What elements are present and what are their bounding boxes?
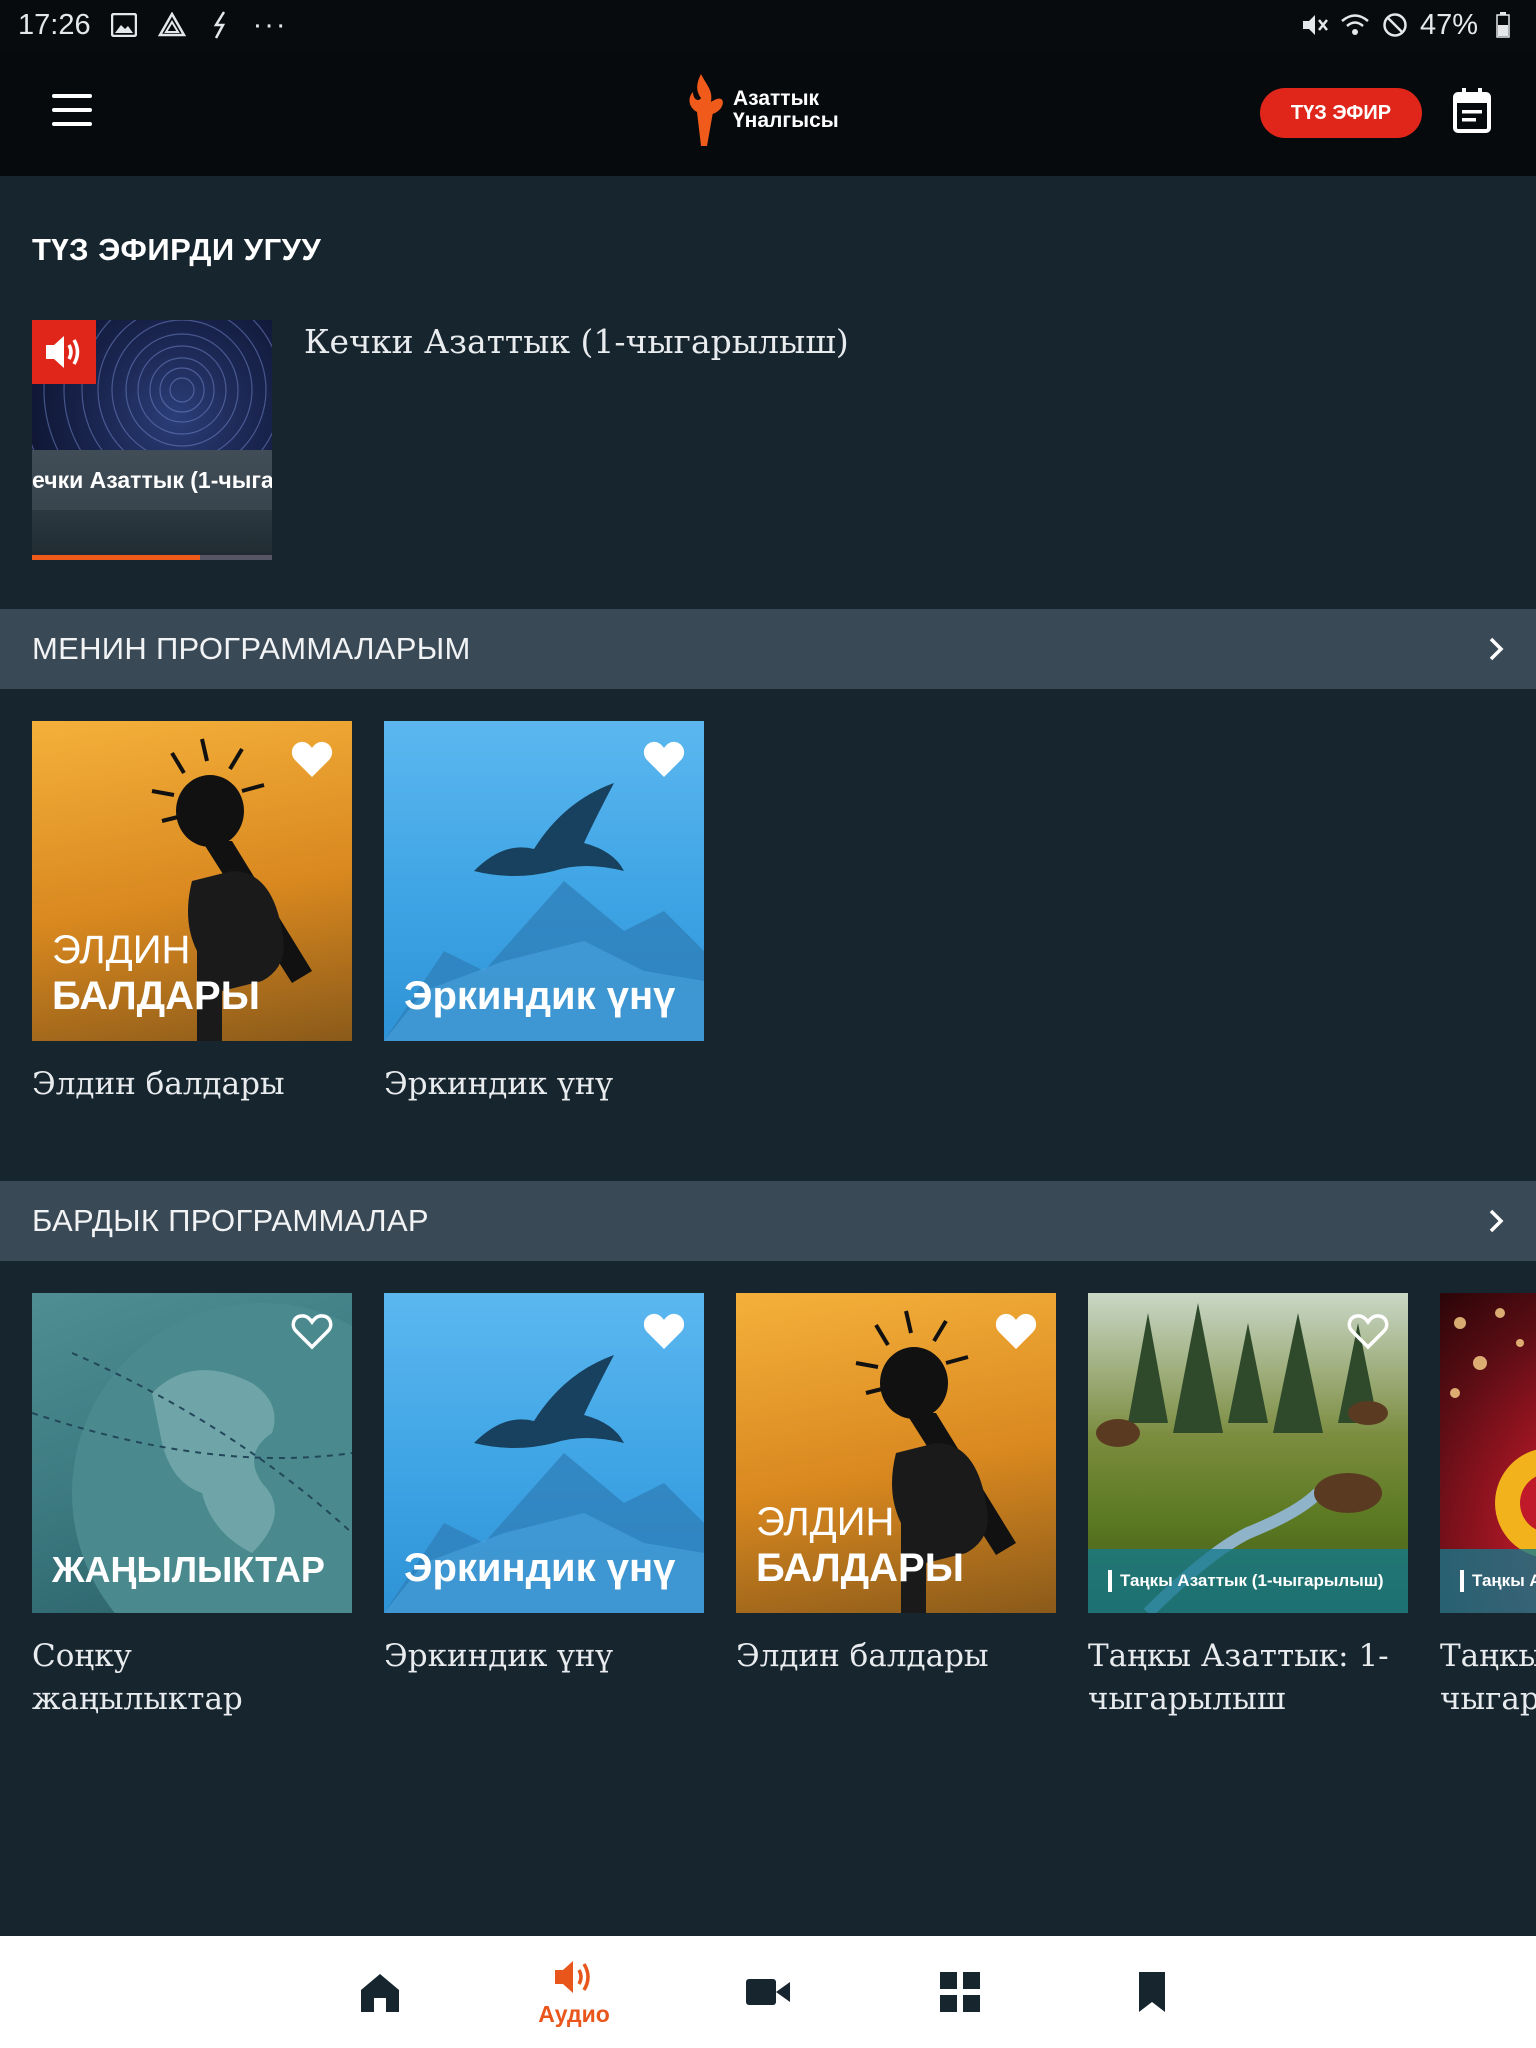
logo-line2: Үналгысы [733, 109, 839, 132]
favorite-heart-icon[interactable] [642, 1311, 686, 1351]
favorite-heart-outline-icon[interactable] [290, 1311, 334, 1351]
video-icon [746, 1979, 790, 2005]
live-progress-bar [32, 555, 272, 560]
nav-home[interactable] [320, 1936, 440, 2048]
program-art: ЭЛДИН БАЛДАРЫ [736, 1293, 1056, 1613]
live-section-title: ТҮЗ ЭФИРДИ УГУУ [32, 232, 322, 267]
image-icon [109, 10, 139, 40]
program-art-label: ЖАҢЫЛЫКТАР [52, 1549, 325, 1590]
program-title: Эркиндик үнү [384, 1066, 613, 1102]
block-icon [1380, 10, 1410, 40]
battery-icon [1488, 10, 1518, 40]
status-bar: 17:26 ··· 47% [0, 0, 1536, 50]
all-programs-header[interactable]: БАРДЫК ПРОГРАММАЛАР [0, 1181, 1536, 1261]
program-title: Таңкы Азаттык: 2-чыгарылыш [1440, 1638, 1536, 1717]
program-art-label: ЭЛДИН БАЛДАРЫ [756, 1500, 964, 1590]
logo-line1: Азаттык [733, 87, 820, 110]
favorite-heart-outline-icon[interactable] [1346, 1311, 1390, 1351]
program-title: Элдин балдары [736, 1638, 989, 1674]
program-card-eldin-baldary[interactable]: ЭЛДИН БАЛДАРЫ Элдин балдары [32, 721, 352, 1106]
chevron-right-icon [1489, 637, 1504, 661]
program-card-news[interactable]: ЖАҢЫЛЫКТАР Соңку жаңылыктар [32, 1293, 352, 1721]
program-title: Элдин балдары [32, 1066, 285, 1102]
nav-bookmarks[interactable] [1092, 1936, 1212, 2048]
program-art-label: Эркиндик үнү [404, 1546, 676, 1590]
live-stream-title[interactable]: Кечки Азаттык (1-чыгарылыш) [304, 322, 849, 361]
app-logo[interactable]: Азаттык Үналгысы [683, 72, 839, 148]
program-art: ЭЛДИН БАЛДАРЫ [32, 721, 352, 1041]
program-art-label: Таңкы Азаттык (1-чыгарылыш) [1088, 1549, 1408, 1613]
home-icon [361, 1974, 399, 2012]
program-art: ЖАҢЫЛЫКТАР [32, 1293, 352, 1613]
program-card-erkindik-unu[interactable]: Эркиндик үнү Эркиндик үнү [384, 721, 704, 1106]
program-art: Таңкы Азаттык (1-чыгарылыш) [1088, 1293, 1408, 1613]
wifi-icon [1340, 10, 1370, 40]
program-art: Эркиндик үнү [384, 721, 704, 1041]
live-broadcast-button[interactable]: ТҮЗ ЭФИР [1260, 88, 1422, 138]
live-thumb-caption: Кечки Азаттык (1-чыгарылыш) [32, 450, 272, 510]
app-header: Азаттык Үналгысы ТҮЗ ЭФИР [0, 50, 1536, 176]
speaker-icon [32, 320, 96, 384]
chevron-right-icon [1489, 1209, 1504, 1233]
all-programs-label: БАРДЫК ПРОГРАММАЛАР [32, 1203, 429, 1238]
hamburger-icon[interactable] [52, 94, 92, 126]
more-icon: ··· [252, 8, 288, 41]
battery-level: 47% [1419, 8, 1478, 41]
nav-sections[interactable] [900, 1936, 1020, 2048]
favorite-heart-icon[interactable] [290, 739, 334, 779]
favorite-heart-icon[interactable] [642, 739, 686, 779]
drive-icon [157, 10, 187, 40]
program-card-erkindik-unu[interactable]: Эркиндик үнү Эркиндик үнү [384, 1293, 704, 1678]
mute-icon [1300, 10, 1330, 40]
program-card-tanky-azattyk-1[interactable]: Таңкы Азаттык (1-чыгарылыш) Таңкы Азатты… [1088, 1293, 1408, 1721]
nav-audio-label: Аудио [538, 2000, 610, 2027]
program-art: Эркиндик үнү [384, 1293, 704, 1613]
torch-icon [689, 74, 723, 146]
bookmark-icon [1139, 1972, 1165, 2012]
program-art-label: Эркиндик үнү [404, 974, 676, 1018]
clock: 17:26 [18, 8, 91, 41]
program-card-tanky-azattyk-2[interactable]: Таңкы Азаттык (2-чыгарылыш) Таңкы Азатты… [1440, 1293, 1536, 1721]
my-programs-header[interactable]: МЕНИН ПРОГРАММАЛАРЫМ [0, 609, 1536, 689]
program-art-label: Таңкы Азаттык (2-чыгарылыш) [1440, 1549, 1536, 1613]
program-card-eldin-baldary[interactable]: ЭЛДИН БАЛДАРЫ Элдин балдары [736, 1293, 1056, 1678]
nav-audio[interactable]: Аудио [514, 1936, 634, 2048]
favorite-heart-icon[interactable] [994, 1311, 1038, 1351]
audio-icon [555, 1960, 590, 1993]
live-stream-thumbnail[interactable]: Кечки Азаттык (1-чыгарылыш) [32, 320, 272, 560]
program-title: Таңкы Азаттык: 1-чыгарылыш [1088, 1638, 1389, 1717]
bolt-icon [205, 10, 235, 40]
my-programs-label: МЕНИН ПРОГРАММАЛАРЫМ [32, 631, 471, 666]
grid-icon [940, 1972, 980, 2012]
schedule-icon[interactable] [1452, 88, 1492, 134]
bottom-navigation: Аудио [0, 1936, 1536, 2048]
program-title: Эркиндик үнү [384, 1638, 613, 1674]
program-title: Соңку жаңылыктар [32, 1638, 243, 1717]
nav-video[interactable] [708, 1936, 828, 2048]
program-art: Таңкы Азаттык (2-чыгарылыш) [1440, 1293, 1536, 1613]
program-art-label: ЭЛДИН БАЛДАРЫ [52, 928, 260, 1018]
